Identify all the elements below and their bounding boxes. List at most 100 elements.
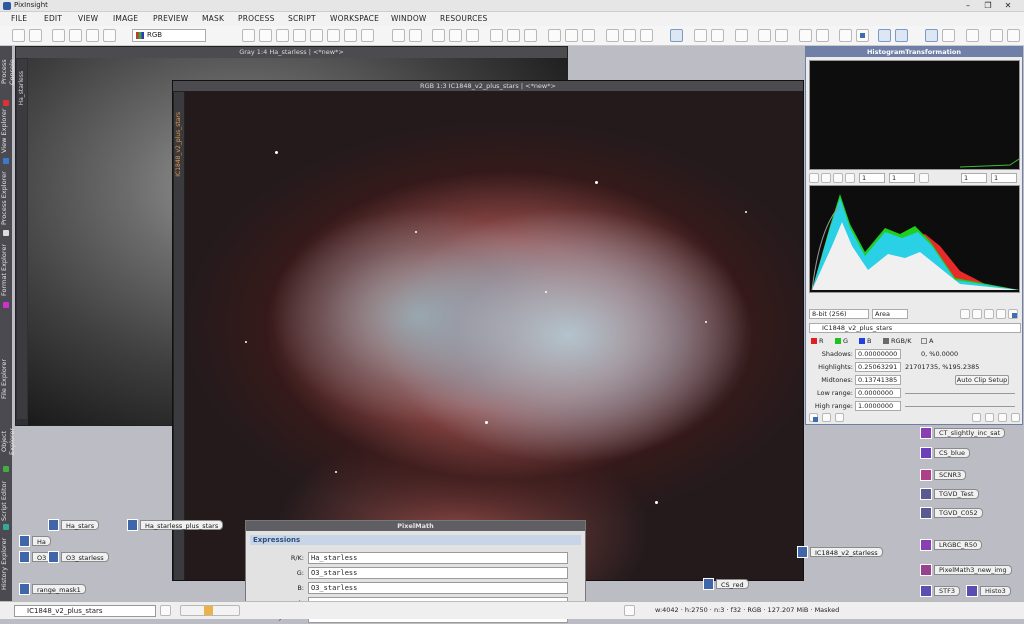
move-icon[interactable]	[293, 29, 306, 42]
menu-mask[interactable]: MASK	[202, 14, 224, 23]
channel-b[interactable]: B	[867, 337, 871, 345]
process-icon-tgvd-test[interactable]: TGVD_Test	[920, 487, 980, 501]
nebula-image[interactable]	[185, 91, 803, 580]
channel-a[interactable]: A	[929, 337, 933, 345]
process-icon-ct-slightly-inc-sat[interactable]: CT_slightly_inc_sat	[920, 426, 1006, 440]
screen-transfer-icon[interactable]	[670, 29, 683, 42]
new-instance-icon[interactable]	[809, 413, 818, 422]
tab-history-explorer[interactable]: History Explorer	[0, 536, 12, 592]
monitor-icon[interactable]	[942, 29, 955, 42]
zoom-y-spinner[interactable]: 1	[889, 173, 915, 183]
curve-icon[interactable]	[711, 29, 724, 42]
curve-icon[interactable]	[735, 29, 748, 42]
close-button[interactable]: ✕	[998, 0, 1018, 12]
display-icon[interactable]	[856, 29, 869, 42]
view-tab[interactable]: Ha_starless	[17, 59, 27, 419]
reset-icon[interactable]	[1011, 413, 1020, 422]
curve-icon[interactable]	[694, 29, 707, 42]
curve-icon[interactable]	[623, 29, 636, 42]
fit-view-icon[interactable]	[507, 29, 520, 42]
monitor-icon[interactable]	[966, 29, 979, 42]
apply-icon[interactable]	[822, 413, 831, 422]
log-icon[interactable]	[960, 309, 970, 319]
menu-window[interactable]: WINDOW	[391, 14, 427, 23]
tab-format-explorer[interactable]: Format Explorer	[0, 242, 12, 298]
zoom-in-icon[interactable]	[392, 29, 405, 42]
display-icon[interactable]	[895, 29, 908, 42]
target-view-select[interactable]: IC1848_v2_plus_stars	[809, 323, 1021, 333]
monitor-icon[interactable]	[990, 29, 1003, 42]
channel-select[interactable]: RGB	[132, 29, 206, 42]
mask-icon[interactable]	[548, 29, 561, 42]
play-icon[interactable]	[624, 605, 635, 616]
zoom-x2-spinner[interactable]: 1	[961, 173, 987, 183]
view-tab[interactable]: IC1848_v2_plus_stars	[174, 92, 184, 580]
process-icon-cs-blue[interactable]: CS_blue	[920, 446, 980, 460]
menu-preview[interactable]: PREVIEW	[153, 14, 188, 23]
readout-icon[interactable]	[839, 29, 852, 42]
channel-g[interactable]: G	[843, 337, 848, 345]
shadows-input[interactable]: 0.00000000	[855, 349, 901, 359]
tool-icon[interactable]	[86, 29, 99, 42]
zoom-out-icon[interactable]	[409, 29, 422, 42]
channel-selector[interactable]	[180, 605, 240, 616]
menu-resources[interactable]: RESOURCES	[440, 14, 487, 23]
monitor-icon[interactable]	[925, 29, 938, 42]
crosshair-icon[interactable]	[242, 29, 255, 42]
menu-script[interactable]: SCRIPT	[288, 14, 316, 23]
pointer-icon[interactable]	[361, 29, 374, 42]
graph-icon[interactable]	[1008, 309, 1018, 319]
window-title[interactable]: RGB 1:3 IC1848_v2_plus_stars | <*new*>	[173, 81, 803, 91]
image-window-rgb[interactable]: RGB 1:3 IC1848_v2_plus_stars | <*new*> I…	[172, 80, 804, 581]
curve-icon[interactable]	[606, 29, 619, 42]
menu-process[interactable]: PROCESS	[238, 14, 275, 23]
maximize-button[interactable]: ❐	[978, 0, 998, 12]
graph-icon[interactable]	[996, 309, 1006, 319]
channel-r[interactable]: R	[819, 337, 824, 345]
graph-mode-select[interactable]: Area	[872, 309, 908, 319]
curve-icon[interactable]	[640, 29, 653, 42]
process-icon-tgvd-c052[interactable]: TGVD_C052	[920, 506, 983, 520]
rk-expression-input[interactable]: Ha_starless	[308, 552, 568, 564]
curve-icon[interactable]	[775, 29, 788, 42]
search-icon[interactable]	[919, 173, 929, 183]
active-view-select[interactable]: IC1848_v2_plus_stars	[14, 605, 156, 617]
zoom-y2-spinner[interactable]: 1	[991, 173, 1017, 183]
menu-edit[interactable]: EDIT	[44, 14, 62, 23]
monitor-icon[interactable]	[1007, 29, 1020, 42]
channel-rgbk[interactable]: RGB/K	[891, 337, 911, 345]
window-icon[interactable]	[524, 29, 537, 42]
move-icon[interactable]	[276, 29, 289, 42]
menu-file[interactable]: FILE	[11, 14, 27, 23]
g-expression-input[interactable]: O3_starless	[308, 567, 568, 579]
zoom-fit-icon[interactable]	[259, 29, 272, 42]
process-icon-histo3[interactable]: Histo3	[966, 584, 1016, 598]
panel-title[interactable]: HistogramTransformation	[806, 47, 1022, 57]
expressions-section[interactable]: Expressions	[250, 535, 581, 545]
zoom-reset-icon[interactable]	[466, 29, 479, 42]
zoom-out-icon[interactable]	[449, 29, 462, 42]
low-range-input[interactable]: 0.0000000	[855, 388, 901, 398]
apply-global-icon[interactable]	[835, 413, 844, 422]
output-histogram-plot[interactable]	[809, 60, 1020, 170]
curve-icon[interactable]	[799, 29, 812, 42]
panel-title[interactable]: PixelMath	[246, 521, 585, 531]
tool-icon[interactable]	[103, 29, 116, 42]
window-title[interactable]: Gray 1:4 Ha_starless | <*new*>	[16, 47, 567, 58]
input-histogram-plot[interactable]	[809, 185, 1020, 293]
tool-icon[interactable]	[52, 29, 65, 42]
undo-icon[interactable]	[12, 29, 25, 42]
zoom-in-icon[interactable]	[432, 29, 445, 42]
menu-view[interactable]: VIEW	[78, 14, 98, 23]
move-icon[interactable]	[327, 29, 340, 42]
menu-workspace[interactable]: WORKSPACE	[330, 14, 379, 23]
midtones-input[interactable]: 0.13741385	[855, 375, 901, 385]
check-icon[interactable]	[998, 413, 1007, 422]
tab-view-explorer[interactable]: View Explorer	[0, 108, 12, 154]
highlights-input[interactable]: 0.25063291	[855, 362, 901, 372]
redo-icon[interactable]	[29, 29, 42, 42]
curve-icon[interactable]	[758, 29, 771, 42]
pan-icon[interactable]	[344, 29, 357, 42]
display-icon[interactable]	[878, 29, 891, 42]
tab-object-explorer[interactable]: Object Explorer	[0, 416, 16, 466]
